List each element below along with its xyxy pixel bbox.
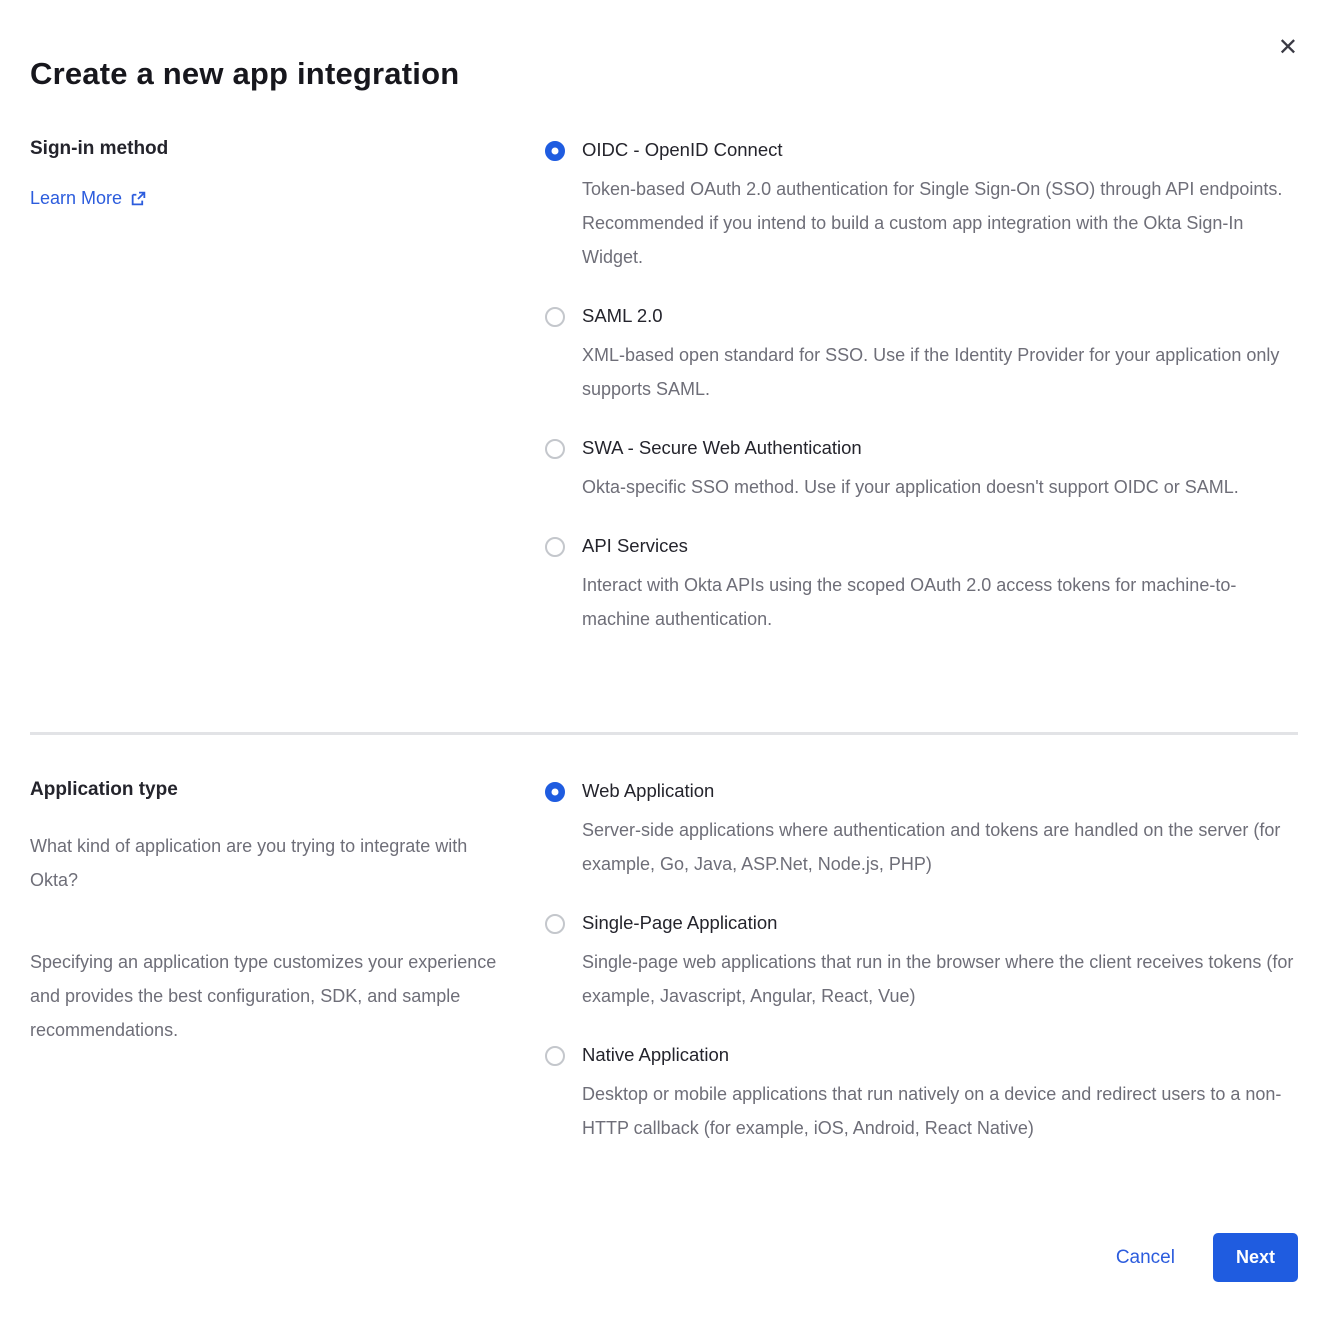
option-native-application-description: Desktop or mobile applications that run … — [582, 1077, 1294, 1145]
option-oidc-label: OIDC - OpenID Connect — [582, 138, 1294, 162]
external-link-icon — [130, 190, 147, 207]
radio-single-page-application[interactable] — [545, 914, 565, 934]
signin-method-section: Sign-in method Learn More OIDC - OpenID … — [30, 138, 1298, 666]
option-api-services-description: Interact with Okta APIs using the scoped… — [582, 568, 1294, 636]
learn-more-link[interactable]: Learn More — [30, 188, 147, 209]
close-button[interactable]: ✕ — [1278, 36, 1298, 60]
page-title: Create a new app integration — [30, 56, 1298, 92]
application-type-left-column: Application type What kind of applicatio… — [30, 779, 545, 1095]
option-saml[interactable]: SAML 2.0 XML-based open standard for SSO… — [545, 304, 1298, 406]
option-api-services-label: API Services — [582, 534, 1294, 558]
cancel-button[interactable]: Cancel — [1116, 1247, 1175, 1269]
option-swa[interactable]: SWA - Secure Web Authentication Okta-spe… — [545, 436, 1298, 504]
signin-method-label: Sign-in method — [30, 138, 525, 160]
option-saml-description: XML-based open standard for SSO. Use if … — [582, 338, 1294, 406]
application-type-question: What kind of application are you trying … — [30, 829, 510, 897]
option-swa-label: SWA - Secure Web Authentication — [582, 436, 1239, 460]
signin-method-left-column: Sign-in method Learn More — [30, 138, 545, 209]
learn-more-label: Learn More — [30, 188, 122, 209]
option-native-application[interactable]: Native Application Desktop or mobile app… — [545, 1043, 1298, 1145]
option-saml-label: SAML 2.0 — [582, 304, 1294, 328]
radio-native-application[interactable] — [545, 1046, 565, 1066]
option-swa-description: Okta-specific SSO method. Use if your ap… — [582, 470, 1239, 504]
option-single-page-application-label: Single-Page Application — [582, 911, 1294, 935]
next-button[interactable]: Next — [1213, 1233, 1298, 1282]
option-single-page-application[interactable]: Single-Page Application Single-page web … — [545, 911, 1298, 1013]
option-oidc[interactable]: OIDC - OpenID Connect Token-based OAuth … — [545, 138, 1298, 274]
application-type-options: Web Application Server-side applications… — [545, 779, 1298, 1175]
radio-oidc[interactable] — [545, 141, 565, 161]
option-native-application-label: Native Application — [582, 1043, 1294, 1067]
radio-saml[interactable] — [545, 307, 565, 327]
create-app-integration-dialog: ✕ Create a new app integration Sign-in m… — [0, 0, 1332, 1210]
option-api-services[interactable]: API Services Interact with Okta APIs usi… — [545, 534, 1298, 636]
application-type-section: Application type What kind of applicatio… — [30, 779, 1298, 1175]
signin-method-options: OIDC - OpenID Connect Token-based OAuth … — [545, 138, 1298, 666]
close-icon: ✕ — [1278, 34, 1298, 61]
section-divider — [30, 732, 1298, 735]
radio-api-services[interactable] — [545, 537, 565, 557]
option-single-page-application-description: Single-page web applications that run in… — [582, 945, 1294, 1013]
application-type-note: Specifying an application type customize… — [30, 945, 510, 1047]
radio-web-application[interactable] — [545, 782, 565, 802]
option-web-application-description: Server-side applications where authentic… — [582, 813, 1294, 881]
option-web-application[interactable]: Web Application Server-side applications… — [545, 779, 1298, 881]
dialog-footer: Cancel Next — [30, 1233, 1298, 1326]
option-web-application-label: Web Application — [582, 779, 1294, 803]
radio-swa[interactable] — [545, 439, 565, 459]
application-type-label: Application type — [30, 779, 525, 801]
option-oidc-description: Token-based OAuth 2.0 authentication for… — [582, 172, 1294, 274]
